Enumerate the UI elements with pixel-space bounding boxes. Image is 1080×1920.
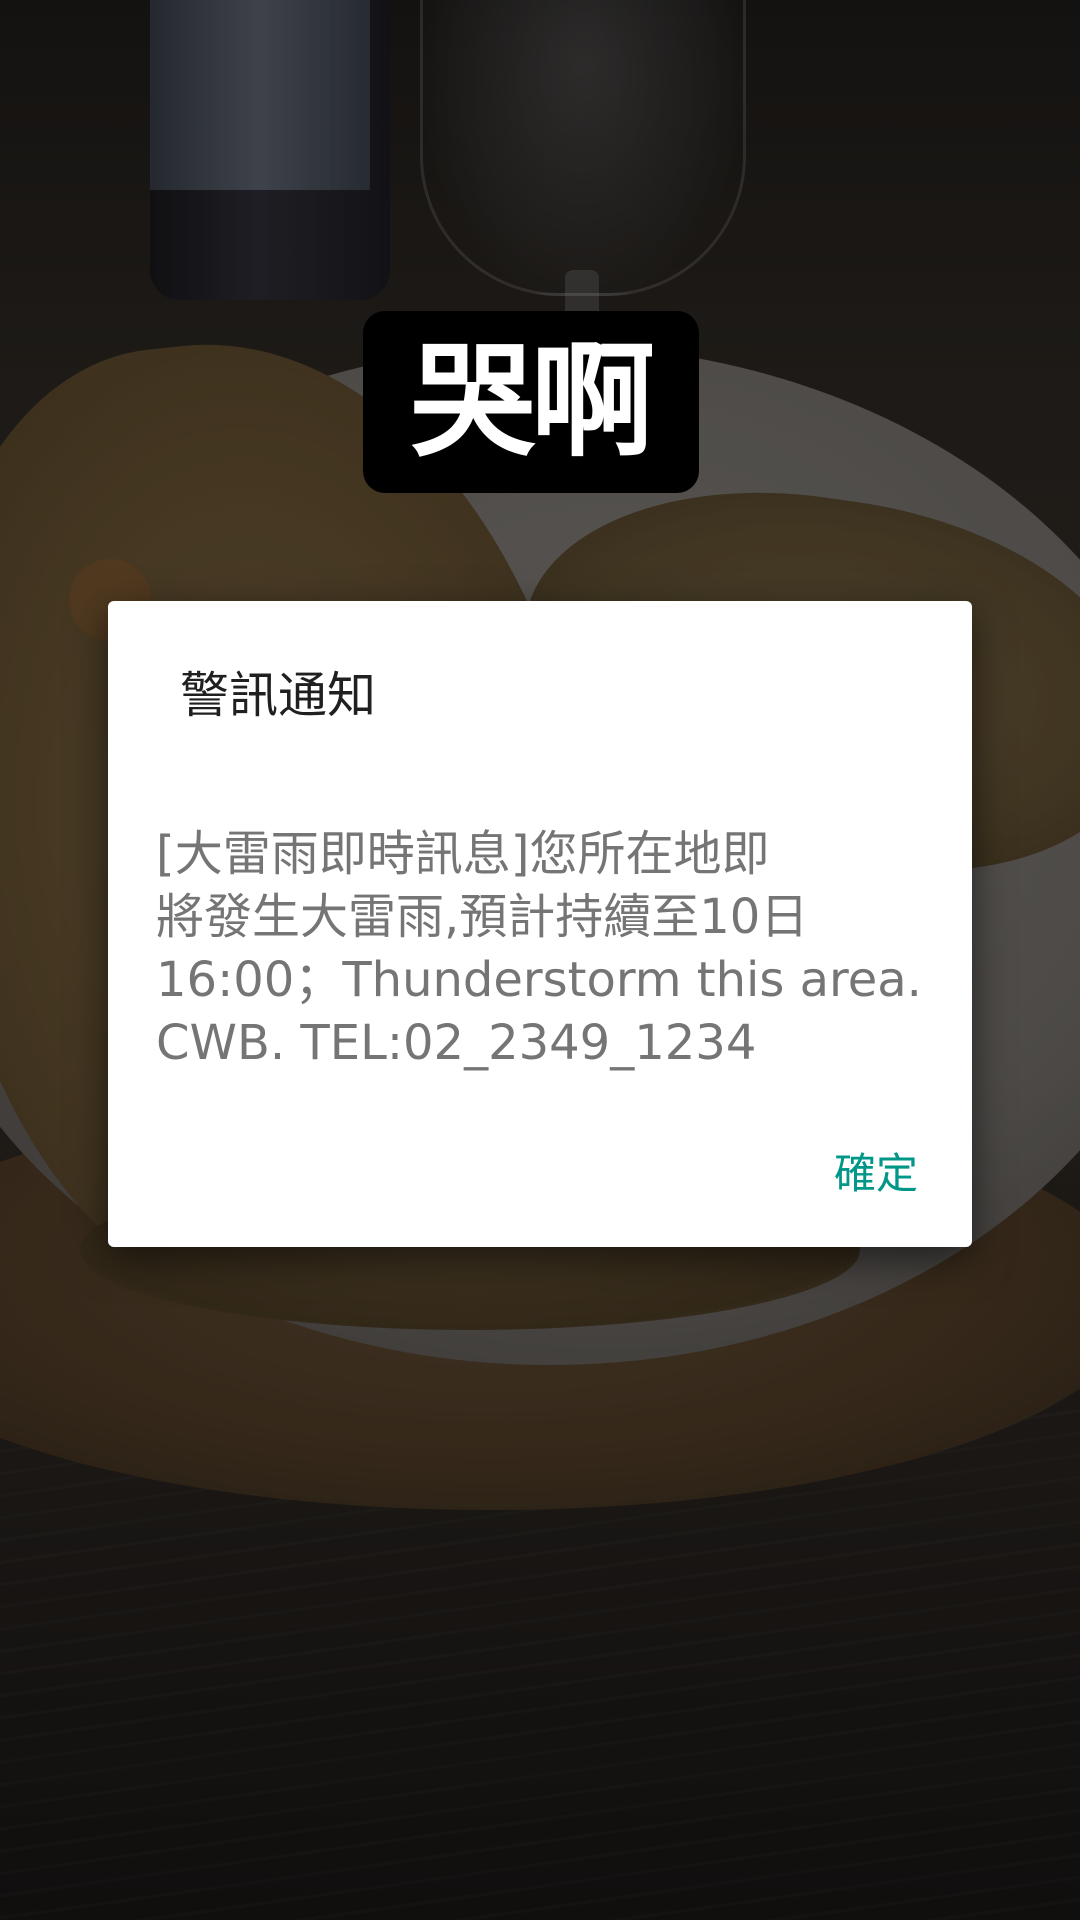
dialog-title: 警訊通知: [180, 667, 377, 724]
caption-text: 哭啊: [410, 330, 655, 474]
confirm-button[interactable]: 確定: [828, 1141, 924, 1207]
alert-dialog: 警訊通知 [大雷雨即時訊息]您所在地即 將發生大雷雨,預計持續至10日 16:0…: [108, 601, 972, 1247]
phone-screen: 哭啊 警訊通知 [大雷雨即時訊息]您所在地即 將發生大雷雨,預計持續至10日 1…: [0, 0, 1080, 1920]
caption-sticker: 哭啊: [363, 311, 699, 493]
dialog-message: [大雷雨即時訊息]您所在地即 將發生大雷雨,預計持續至10日 16:00；Thu…: [156, 826, 922, 1071]
